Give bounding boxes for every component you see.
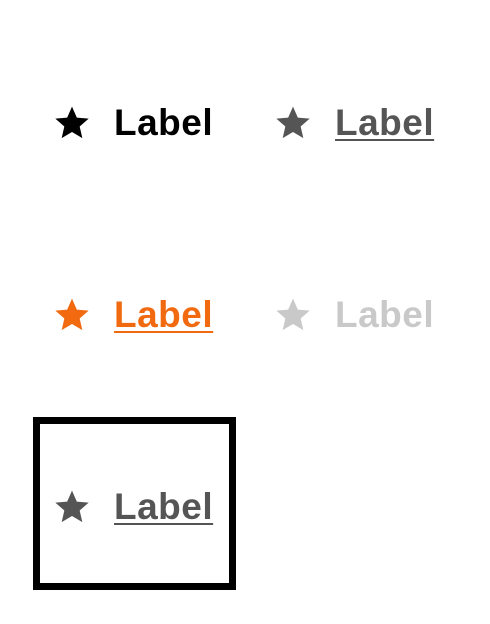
star-icon: [52, 295, 92, 335]
link-label: Label: [114, 486, 214, 527]
icon-link-disabled: Label: [273, 295, 434, 335]
icon-link-hover[interactable]: Label: [273, 103, 434, 143]
link-label: Label: [114, 102, 214, 143]
icon-link-default[interactable]: Label: [52, 103, 213, 143]
star-icon: [52, 487, 92, 527]
link-label: Label: [335, 294, 435, 335]
icon-link-focused[interactable]: Label: [52, 487, 213, 527]
link-label: Label: [114, 294, 214, 335]
icon-link-active[interactable]: Label: [52, 295, 213, 335]
star-icon: [52, 103, 92, 143]
star-icon: [273, 103, 313, 143]
star-icon: [273, 295, 313, 335]
link-label: Label: [335, 102, 435, 143]
